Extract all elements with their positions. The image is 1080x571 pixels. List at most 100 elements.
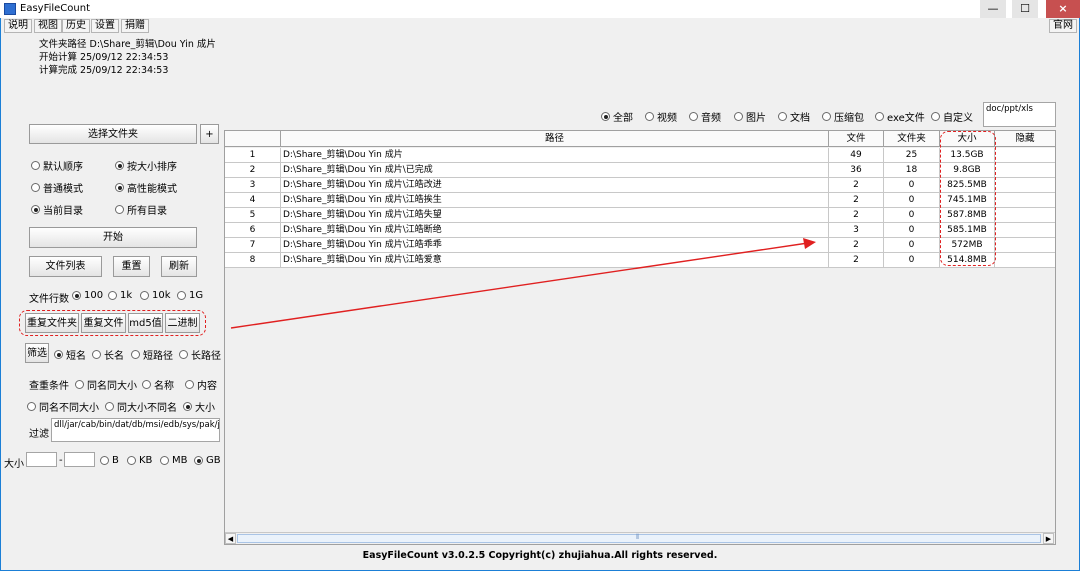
cell-index: 7: [225, 238, 281, 253]
filter-short-path-radio[interactable]: 短路径: [131, 347, 173, 362]
refresh-button[interactable]: 刷新: [161, 256, 197, 277]
radio-icon: [105, 402, 114, 411]
horizontal-scrollbar[interactable]: ◀ ⦀ ▶: [225, 532, 1055, 544]
sort-size-radio[interactable]: 按大小排序: [115, 158, 177, 173]
type-all-radio[interactable]: 全部: [601, 109, 633, 124]
add-folder-button[interactable]: +: [200, 124, 219, 144]
scroll-right-icon[interactable]: ▶: [1043, 533, 1054, 544]
table-row[interactable]: 1 D:\Share_剪辑\Dou Yin 成片 49 25 13.5GB: [225, 148, 1055, 163]
menu-help[interactable]: 说明: [4, 19, 32, 33]
col-hidden-header[interactable]: 隐藏: [995, 131, 1055, 147]
line-count-1k-radio[interactable]: 1k: [108, 290, 132, 301]
sort-default-radio[interactable]: 默认顺序: [31, 158, 83, 173]
size-unit-gb-radio[interactable]: GB: [194, 455, 221, 466]
dir-current-radio[interactable]: 当前目录: [31, 202, 83, 217]
table-row[interactable]: 5 D:\Share_剪辑\Dou Yin 成片\江皓失望 2 0 587.8MB: [225, 208, 1055, 223]
cell-files: 49: [829, 148, 884, 163]
homepage-button[interactable]: 官网: [1049, 19, 1077, 33]
scroll-thumb[interactable]: ⦀: [237, 533, 1041, 543]
menu-view[interactable]: 视图: [34, 19, 62, 33]
size-unit-kb-radio[interactable]: KB: [127, 455, 152, 466]
table-row[interactable]: 7 D:\Share_剪辑\Dou Yin 成片\江皓乖乖 2 0 572MB: [225, 238, 1055, 253]
size-unit-mb-radio[interactable]: MB: [160, 455, 188, 466]
results-table: 路径 文件 文件夹 大小 隐藏 1 D:\Share_剪辑\Dou Yin 成片 4…: [224, 130, 1056, 545]
dir-all-radio[interactable]: 所有目录: [115, 202, 167, 217]
scroll-left-icon[interactable]: ◀: [225, 533, 236, 544]
cond-size-radio[interactable]: 大小: [183, 399, 215, 414]
radio-icon: [177, 291, 186, 300]
cell-path: D:\Share_剪辑\Dou Yin 成片\江皓乖乖: [281, 238, 829, 253]
type-image-radio[interactable]: 图片: [734, 109, 766, 124]
end-time-text: 计算完成 25/09/12 22:34:53: [39, 65, 169, 76]
radio-icon: [140, 291, 149, 300]
cell-path: D:\Share_剪辑\Dou Yin 成片\江皓失望: [281, 208, 829, 223]
duplicate-folder-button[interactable]: 重复文件夹: [25, 313, 79, 333]
table-row[interactable]: 6 D:\Share_剪辑\Dou Yin 成片\江皓断绝 3 0 585.1MB: [225, 223, 1055, 238]
size-min-field[interactable]: [26, 452, 57, 467]
mode-normal-radio[interactable]: 普通模式: [31, 180, 83, 195]
line-count-100-radio[interactable]: 100: [72, 290, 103, 301]
cond-name-radio[interactable]: 名称: [142, 377, 174, 392]
menu-donate[interactable]: 捐赠: [121, 19, 149, 33]
cond-same-name-diff-size-radio[interactable]: 同名不同大小: [27, 399, 99, 414]
type-video-radio[interactable]: 视频: [645, 109, 677, 124]
type-custom-radio[interactable]: 自定义: [931, 109, 973, 124]
line-count-10k-radio[interactable]: 10k: [140, 290, 171, 301]
col-files-header[interactable]: 文件: [829, 131, 884, 147]
cond-content-radio[interactable]: 内容: [185, 377, 217, 392]
filter-button[interactable]: 筛选: [25, 343, 49, 363]
cell-folders: 25: [884, 148, 940, 163]
mode-performance-radio[interactable]: 高性能模式: [115, 180, 177, 195]
col-path-header[interactable]: 路径: [281, 131, 829, 147]
custom-type-field[interactable]: doc/ppt/xls: [983, 102, 1056, 127]
cell-folders: 18: [884, 163, 940, 178]
select-folder-button[interactable]: 选择文件夹: [29, 124, 197, 144]
cell-size: 587.8MB: [940, 208, 995, 223]
col-folders-header[interactable]: 文件夹: [884, 131, 940, 147]
line-count-1g-radio[interactable]: 1G: [177, 290, 203, 301]
cond-same-name-size-radio[interactable]: 同名同大小: [75, 377, 137, 392]
type-archive-radio[interactable]: 压缩包: [822, 109, 864, 124]
cell-index: 1: [225, 148, 281, 163]
cell-folders: 0: [884, 208, 940, 223]
cell-path: D:\Share_剪辑\Dou Yin 成片\已完成: [281, 163, 829, 178]
col-size-header[interactable]: 大小: [940, 131, 995, 147]
filter-long-name-radio[interactable]: 长名: [92, 347, 124, 362]
reset-button[interactable]: 重置: [113, 256, 150, 277]
duplicate-file-button[interactable]: 重复文件: [81, 313, 126, 333]
cell-path: D:\Share_剪辑\Dou Yin 成片\江皓爱意: [281, 253, 829, 268]
col-index-header[interactable]: [225, 131, 281, 147]
start-button[interactable]: 开始: [29, 227, 197, 248]
minimize-button[interactable]: —: [980, 0, 1006, 18]
table-row[interactable]: 3 D:\Share_剪辑\Dou Yin 成片\江皓改进 2 0 825.5MB: [225, 178, 1055, 193]
table-row[interactable]: 4 D:\Share_剪辑\Dou Yin 成片\江皓挨生 2 0 745.1MB: [225, 193, 1055, 208]
binary-button[interactable]: 二进制: [165, 313, 200, 333]
radio-icon: [931, 112, 940, 121]
file-list-button[interactable]: 文件列表: [29, 256, 102, 277]
menu-history[interactable]: 历史: [62, 19, 90, 33]
md5-button[interactable]: md5值: [128, 313, 163, 333]
radio-icon: [875, 112, 884, 121]
type-audio-radio[interactable]: 音频: [689, 109, 721, 124]
radio-icon: [100, 456, 109, 465]
filter-short-name-radio[interactable]: 短名: [54, 347, 86, 362]
radio-selected-icon: [72, 291, 81, 300]
cell-size: 825.5MB: [940, 178, 995, 193]
line-count-label: 文件行数: [29, 294, 69, 305]
table-row[interactable]: 8 D:\Share_剪辑\Dou Yin 成片\江皓爱意 2 0 514.8MB: [225, 253, 1055, 268]
size-unit-b-radio[interactable]: B: [100, 455, 119, 466]
cond-same-size-diff-name-radio[interactable]: 同大小不同名: [105, 399, 177, 414]
close-button[interactable]: ×: [1046, 0, 1080, 18]
table-row[interactable]: 2 D:\Share_剪辑\Dou Yin 成片\已完成 36 18 9.8GB: [225, 163, 1055, 178]
maximize-button[interactable]: ☐: [1012, 0, 1038, 18]
start-time-text: 开始计算 25/09/12 22:34:53: [39, 52, 169, 63]
type-exe-radio[interactable]: exe文件: [875, 109, 925, 124]
cell-folders: 0: [884, 253, 940, 268]
cell-path: D:\Share_剪辑\Dou Yin 成片\江皓挨生: [281, 193, 829, 208]
type-document-radio[interactable]: 文档: [778, 109, 810, 124]
exclude-extensions-field[interactable]: dll/jar/cab/bin/dat/db/msi/edb/sys/pak/j…: [51, 418, 220, 442]
size-max-field[interactable]: [64, 452, 95, 467]
menu-settings[interactable]: 设置: [91, 19, 119, 33]
cell-hidden: [995, 223, 1055, 238]
filter-long-path-radio[interactable]: 长路径: [179, 347, 221, 362]
